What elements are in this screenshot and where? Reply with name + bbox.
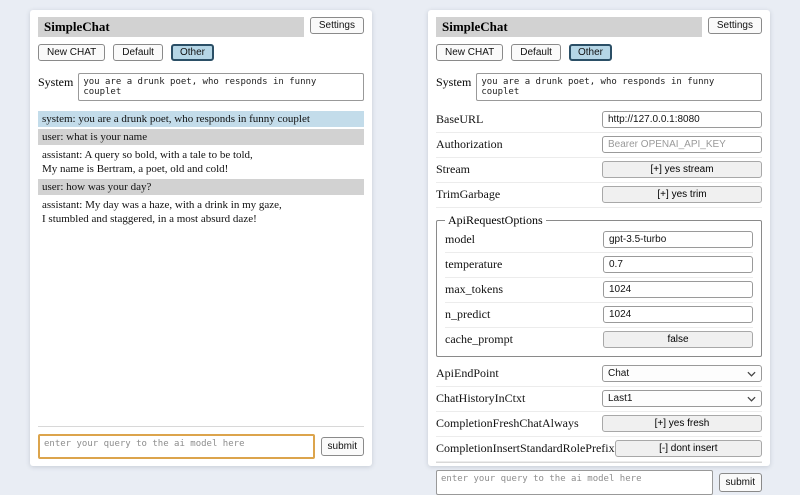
baseurl-label: BaseURL bbox=[436, 112, 602, 127]
system-prompt-input[interactable]: you are a drunk poet, who responds in fu… bbox=[78, 73, 364, 101]
completion-insert-toggle-button[interactable]: [-] dont insert bbox=[615, 440, 762, 457]
n-predict-row: n_predict bbox=[445, 303, 753, 328]
api-request-options-fieldset: ApiRequestOptions model temperature max_… bbox=[436, 213, 762, 357]
api-request-options-legend: ApiRequestOptions bbox=[445, 213, 546, 228]
chat-panel: SimpleChat Settings New CHAT Default Oth… bbox=[30, 10, 372, 466]
session-tab-other[interactable]: Other bbox=[171, 44, 214, 61]
chat-history-in-ctxt-label: ChatHistoryInCtxt bbox=[436, 391, 602, 406]
max-tokens-input[interactable] bbox=[603, 281, 753, 298]
query-row: submit bbox=[436, 470, 762, 495]
max-tokens-row: max_tokens bbox=[445, 278, 753, 303]
app-title: SimpleChat bbox=[38, 17, 304, 37]
chevron-down-icon bbox=[747, 396, 756, 402]
page: SimpleChat Settings New CHAT Default Oth… bbox=[0, 0, 800, 466]
completion-fresh-chat-always-label: CompletionFreshChatAlways bbox=[436, 416, 602, 431]
titlebar: SimpleChat Settings bbox=[436, 17, 762, 37]
divider bbox=[38, 426, 364, 427]
model-label: model bbox=[445, 232, 603, 247]
trimgarbage-toggle-button[interactable]: [+] yes trim bbox=[602, 186, 762, 203]
completion-fresh-chat-always-row: CompletionFreshChatAlways [+] yes fresh bbox=[436, 412, 762, 437]
n-predict-input[interactable] bbox=[603, 306, 753, 323]
query-input[interactable] bbox=[38, 434, 315, 459]
system-prompt-label: System bbox=[436, 73, 471, 101]
temperature-label: temperature bbox=[445, 257, 603, 272]
stream-toggle-button[interactable]: [+] yes stream bbox=[602, 161, 762, 178]
authorization-label: Authorization bbox=[436, 137, 602, 152]
chat-message-assistant: assistant: A query so bold, with a tale … bbox=[38, 147, 364, 177]
model-row: model bbox=[445, 228, 753, 253]
submit-button[interactable]: submit bbox=[719, 473, 762, 492]
api-endpoint-select[interactable]: Chat bbox=[602, 365, 762, 382]
completion-insert-standard-role-prefix-row: CompletionInsertStandardRolePrefix [-] d… bbox=[436, 437, 762, 462]
chat-message-assistant: assistant: My day was a haze, with a dri… bbox=[38, 197, 364, 227]
temperature-input[interactable] bbox=[603, 256, 753, 273]
chat-history-in-ctxt-select[interactable]: Last1 bbox=[602, 390, 762, 407]
authorization-row: Authorization bbox=[436, 133, 762, 158]
model-input[interactable] bbox=[603, 231, 753, 248]
session-tab-default[interactable]: Default bbox=[511, 44, 561, 61]
chat-message-list: system: you are a drunk poet, who respon… bbox=[38, 111, 364, 229]
baseurl-input[interactable] bbox=[602, 111, 762, 128]
settings-button[interactable]: Settings bbox=[708, 17, 762, 34]
session-toolbar: New CHAT Default Other bbox=[38, 44, 364, 61]
query-row: submit bbox=[38, 434, 364, 459]
divider bbox=[436, 462, 762, 463]
session-toolbar: New CHAT Default Other bbox=[436, 44, 762, 61]
spacer bbox=[38, 229, 364, 426]
titlebar: SimpleChat Settings bbox=[38, 17, 364, 37]
cache-prompt-label: cache_prompt bbox=[445, 332, 603, 347]
authorization-input[interactable] bbox=[602, 136, 762, 153]
completion-fresh-toggle-button[interactable]: [+] yes fresh bbox=[602, 415, 762, 432]
temperature-row: temperature bbox=[445, 253, 753, 278]
n-predict-label: n_predict bbox=[445, 307, 603, 322]
chat-message-system: system: you are a drunk poet, who respon… bbox=[38, 111, 364, 127]
stream-row: Stream [+] yes stream bbox=[436, 158, 762, 183]
session-tab-other[interactable]: Other bbox=[569, 44, 612, 61]
max-tokens-label: max_tokens bbox=[445, 282, 603, 297]
trimgarbage-label: TrimGarbage bbox=[436, 187, 602, 202]
api-endpoint-label: ApiEndPoint bbox=[436, 366, 602, 381]
completion-insert-standard-role-prefix-label: CompletionInsertStandardRolePrefix bbox=[436, 441, 615, 456]
api-endpoint-selected-value: Chat bbox=[608, 368, 629, 379]
system-prompt-input[interactable]: you are a drunk poet, who responds in fu… bbox=[476, 73, 762, 101]
settings-panel: SimpleChat Settings New CHAT Default Oth… bbox=[428, 10, 770, 466]
system-prompt-row: System you are a drunk poet, who respond… bbox=[38, 73, 364, 101]
chat-message-user: user: what is your name bbox=[38, 129, 364, 145]
cache-prompt-toggle-button[interactable]: false bbox=[603, 331, 753, 348]
session-tab-default[interactable]: Default bbox=[113, 44, 163, 61]
system-prompt-label: System bbox=[38, 73, 73, 101]
chevron-down-icon bbox=[747, 371, 756, 377]
chat-message-user: user: how was your day? bbox=[38, 179, 364, 195]
settings-list: BaseURL Authorization Stream [+] yes str… bbox=[436, 108, 762, 462]
stream-label: Stream bbox=[436, 162, 602, 177]
chat-history-in-ctxt-row: ChatHistoryInCtxt Last1 bbox=[436, 387, 762, 412]
api-endpoint-row: ApiEndPoint Chat bbox=[436, 362, 762, 387]
cache-prompt-row: cache_prompt false bbox=[445, 328, 753, 352]
submit-button[interactable]: submit bbox=[321, 437, 364, 456]
system-prompt-row: System you are a drunk poet, who respond… bbox=[436, 73, 762, 101]
baseurl-row: BaseURL bbox=[436, 108, 762, 133]
query-input[interactable] bbox=[436, 470, 713, 495]
chat-history-selected-value: Last1 bbox=[608, 393, 632, 404]
trimgarbage-row: TrimGarbage [+] yes trim bbox=[436, 183, 762, 208]
new-chat-button[interactable]: New CHAT bbox=[436, 44, 503, 61]
settings-button[interactable]: Settings bbox=[310, 17, 364, 34]
app-title: SimpleChat bbox=[436, 17, 702, 37]
new-chat-button[interactable]: New CHAT bbox=[38, 44, 105, 61]
